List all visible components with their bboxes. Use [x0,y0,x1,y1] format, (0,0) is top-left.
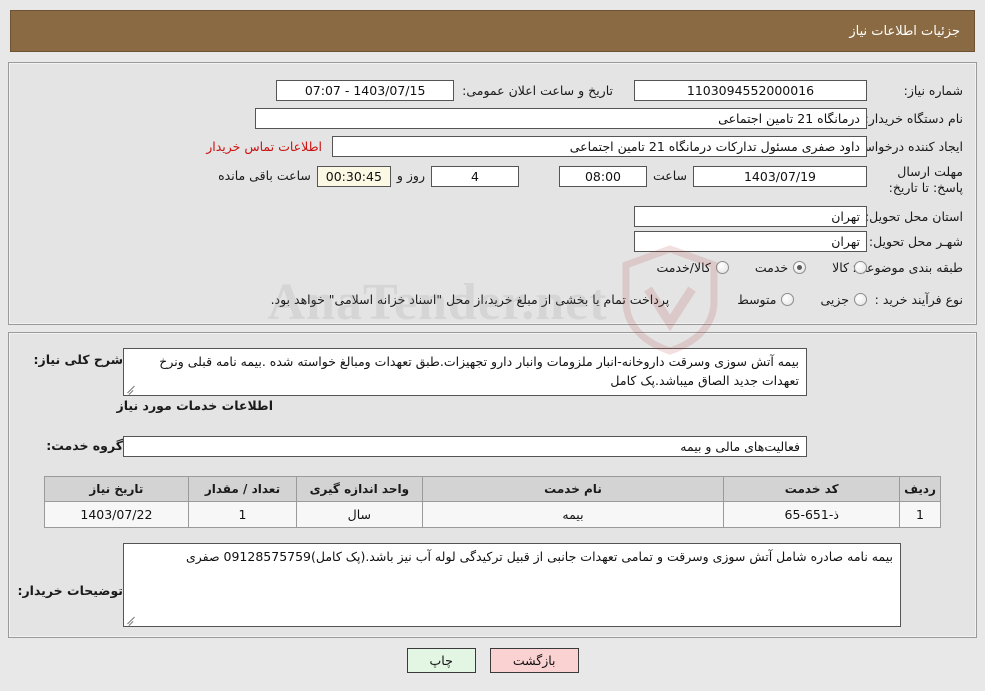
process-note: پرداخت تمام یا بخشی از مبلغ خرید،از محل … [270,292,670,307]
general-desc-label: شرح کلی نیاز: [33,352,123,367]
category-option-kala-khedmat[interactable]: کالا/خدمت [656,260,729,275]
deadline-label: مهلت ارسال پاسخ: تا تاریخ: [888,164,963,195]
need-number-row: شماره نیاز: 1103094552000016 [634,80,963,101]
announce-datetime-label: تاریخ و ساعت اعلان عمومی: [462,83,613,98]
deadline-remaining-label: ساعت باقی مانده [218,168,311,183]
city-label: شهـر محل تحویل: [868,234,963,249]
deadline-days-value: 4 [430,166,519,187]
category-label: طبقه بندی موضوعی: [852,260,963,275]
requester-row: ایجاد کننده درخواست: داود صفری مسئول تدا… [206,136,963,157]
general-desc-textarea[interactable]: بیمه آتش سوزی وسرقت داروخانه-انبار ملزوم… [123,348,807,396]
city-value: تهران [634,231,867,252]
buyer-org-row: نام دستگاه خریدار: درمانگاه 21 تامین اجت… [255,108,963,129]
process-radio-group: جزیی متوسط [711,292,867,307]
cell-quantity: 1 [187,501,298,528]
back-button[interactable]: بازگشت [489,648,579,673]
category-row: طبقه بندی موضوعی: کالا خدمت کالا/خدمت [630,260,963,275]
cell-need-date: 1403/07/22 [44,501,189,528]
table-row: 1 ذ-651-65 بیمه سال 1 1403/07/22 [44,501,941,528]
services-table: ردیف کد خدمت نام خدمت واحد اندازه گیری ت… [44,476,941,528]
page-title: جزئیات اطلاعات نیاز [849,23,960,39]
category-radio-group: کالا خدمت کالا/خدمت [630,260,867,275]
print-button[interactable]: چاپ [406,648,476,673]
process-option-jozi[interactable]: جزیی [820,292,867,307]
category-option-khedmat[interactable]: خدمت [754,260,807,275]
col-header-unit: واحد اندازه گیری [296,476,423,502]
category-option-2-label: کالا/خدمت [656,260,711,275]
col-header-row-no: ردیف [899,476,941,502]
general-desc-label-wrap: شرح کلی نیاز: [26,352,123,367]
service-group-value: فعالیت‌های مالی و بیمه [123,436,807,457]
cell-service-code: ذ-651-65 [723,501,901,528]
city-row: شهـر محل تحویل: تهران [634,231,963,252]
process-option-1-label: متوسط [737,292,777,307]
province-label: استان محل تحویل: [864,209,963,224]
requester-label: ایجاد کننده درخواست: [847,139,963,154]
province-value: تهران [634,206,867,227]
page-root: جزئیات اطلاعات نیاز AnaTender.net شماره … [0,0,985,691]
announce-datetime-value: 1403/07/15 - 07:07 [276,80,455,101]
announce-datetime-row: تاریخ و ساعت اعلان عمومی: 1403/07/15 - 0… [276,80,613,101]
deadline-days-label: روز و [396,168,425,183]
service-group-label: گروه خدمت: [46,438,123,453]
process-option-0-label: جزیی [820,292,849,307]
deadline-row: مهلت ارسال پاسخ: تا تاریخ: 1403/07/19 سا… [212,164,963,196]
table-header-row: ردیف کد خدمت نام خدمت واحد اندازه گیری ت… [44,476,941,502]
radio-icon [854,261,867,274]
radio-icon [781,293,795,306]
buyer-notes-label: توضیحات خریدار: [17,583,123,598]
cell-unit: سال [296,501,423,528]
deadline-time-value: 08:00 [558,166,647,187]
buyer-org-value: درمانگاه 21 تامین اجتماعی [255,108,867,129]
category-option-kala[interactable]: کالا [832,260,867,275]
need-number-value: 1103094552000016 [634,80,867,101]
category-option-1-label: خدمت [754,260,789,275]
cell-service-name: بیمه [421,501,725,528]
service-group-label-wrap: گروه خدمت: [38,438,123,453]
requester-value: داود صفری مسئول تدارکات درمانگاه 21 تامی… [332,136,867,157]
process-label: نوع فرآیند خرید : [874,292,963,307]
col-header-service-code: کد خدمت [723,476,901,502]
buyer-notes-label-wrap: توضیحات خریدار: [9,583,123,598]
deadline-remaining-value: 00:30:45 [316,166,391,187]
radio-icon [793,261,807,274]
deadline-date-value: 1403/07/19 [693,166,867,187]
resize-grip-icon [126,383,137,394]
radio-icon [715,261,729,274]
buyer-org-label: نام دستگاه خریدار: [864,111,963,126]
deadline-time-label: ساعت [652,168,687,183]
resize-grip-icon [126,614,137,625]
services-section-heading: اطلاعات خدمات مورد نیاز [116,398,274,413]
buyer-contact-link[interactable]: اطلاعات تماس خریدار [206,139,322,154]
buyer-notes-textarea[interactable]: بیمه نامه صادره شامل آتش سوزی وسرقت و تم… [123,543,901,627]
cell-row-no: 1 [899,501,941,528]
province-row: استان محل تحویل: تهران [634,206,963,227]
col-header-need-date: تاریخ نیاز [44,476,189,502]
process-option-motevaset[interactable]: متوسط [737,292,795,307]
footer-actions: بازگشت چاپ [0,648,985,673]
col-header-quantity: تعداد / مقدار [187,476,298,502]
need-number-label: شماره نیاز: [903,83,963,98]
page-header: جزئیات اطلاعات نیاز [10,10,975,52]
radio-icon [854,293,867,306]
category-option-0-label: کالا [832,260,849,275]
col-header-service-name: نام خدمت [421,476,725,502]
process-row: نوع فرآیند خرید : جزیی متوسط پرداخت تمام… [265,292,963,307]
